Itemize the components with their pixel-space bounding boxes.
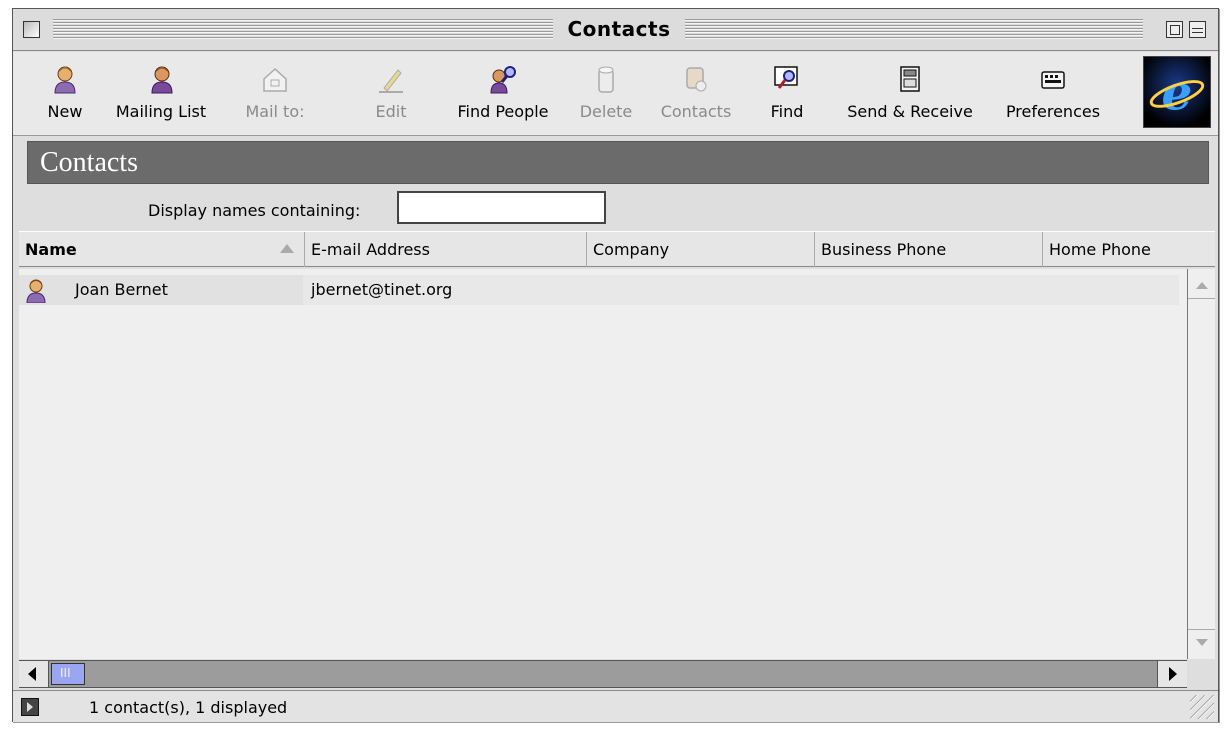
group-icon [151,66,173,94]
internet-explorer-logo-icon[interactable]: e [1143,56,1211,128]
house-mail-icon [263,67,287,92]
vertical-scrollbar[interactable] [1187,269,1215,659]
status-toggle-button[interactable] [21,698,39,716]
column-header-email-label: E-mail Address [311,240,430,259]
row-name-cell: Joan Bernet [19,275,303,305]
delete-button-label: Delete [579,102,633,121]
column-header-email[interactable]: E-mail Address [305,232,587,267]
svg-text:e: e [1162,64,1193,121]
find-people-button[interactable]: Find People [447,60,559,130]
display-names-filter-input[interactable] [397,191,606,224]
column-header-home-phone[interactable]: Home Phone [1043,232,1193,267]
scroll-up-button[interactable] [1188,269,1215,299]
scroll-left-arrow-icon[interactable] [19,661,49,687]
arrow-up-icon [1196,282,1208,289]
arrow-down-icon [1196,639,1208,646]
title-bar[interactable]: Contacts [13,9,1218,51]
column-header-company[interactable]: Company [587,232,815,267]
mailing-list-button-label: Mailing List [115,102,207,121]
column-header-home-phone-label: Home Phone [1049,240,1151,259]
scroll-right-arrow-icon[interactable] [1157,661,1187,687]
horizontal-scroll-thumb[interactable] [51,663,85,685]
find-button-label: Find [770,102,804,121]
contacts-button[interactable]: Contacts [651,60,741,130]
title-stripes-right [685,19,1143,39]
edit-button[interactable]: Edit [361,60,421,130]
find-icon [774,66,798,89]
contacts-button-label: Contacts [660,102,732,121]
table-row[interactable]: Joan Bernet jbernet@tinet.org [19,275,1179,305]
new-button[interactable]: New [35,60,95,130]
column-header-business-phone-label: Business Phone [821,240,947,259]
contact-email[interactable]: jbernet@tinet.org [311,280,452,299]
column-header-business-phone[interactable]: Business Phone [815,232,1043,267]
window-title: Contacts [567,17,671,41]
sort-ascending-icon[interactable] [280,244,294,253]
find-button[interactable]: Find [757,60,817,130]
preferences-button-label: Preferences [1005,102,1101,121]
pencil-icon [379,69,403,93]
resize-grip-icon[interactable] [1190,695,1214,719]
filter-label: Display names containing: [148,201,361,220]
trash-icon [598,66,614,93]
person-icon [54,66,76,94]
preferences-icon [1041,71,1065,89]
mail-to-button-label: Mail to: [245,102,305,121]
contacts-list[interactable]: Joan Bernet jbernet@tinet.org [19,269,1187,659]
close-box-icon[interactable] [23,21,40,38]
status-bar: 1 contact(s), 1 displayed [13,690,1218,722]
delete-button[interactable]: Delete [571,60,641,130]
send-receive-button[interactable]: Send & Receive [835,60,985,130]
edit-button-label: Edit [375,102,407,121]
send-receive-button-label: Send & Receive [847,102,973,121]
status-text: 1 contact(s), 1 displayed [89,698,288,717]
contacts-card-icon [686,67,707,92]
column-header-name-label: Name [25,240,77,259]
title-stripes-left [53,19,553,39]
send-receive-icon [900,66,920,92]
toolbar: New Mailing List Mail to: Edit Find Peop… [13,52,1218,136]
new-button-label: New [47,102,83,121]
horizontal-scrollbar[interactable] [19,660,1187,688]
mail-to-button[interactable]: Mail to: [235,60,315,130]
zoom-box-icon[interactable] [1166,21,1183,38]
find-people-button-label: Find People [457,102,549,121]
preferences-button[interactable]: Preferences [993,60,1113,130]
collapse-box-icon[interactable] [1189,21,1206,38]
section-header: Contacts [27,141,1209,184]
column-header-name[interactable]: Name [19,232,305,267]
contacts-window: Contacts New Mailing List Mail to: Edit … [12,8,1219,722]
section-title: Contacts [40,147,138,178]
mailing-list-button[interactable]: Mailing List [105,60,217,130]
scroll-down-button[interactable] [1188,629,1215,659]
contact-name: Joan Bernet [75,280,168,299]
column-headers: Name E-mail Address Company Business Pho… [19,231,1215,267]
column-header-company-label: Company [593,240,670,259]
find-people-icon [490,66,516,94]
contact-person-icon [26,279,46,303]
